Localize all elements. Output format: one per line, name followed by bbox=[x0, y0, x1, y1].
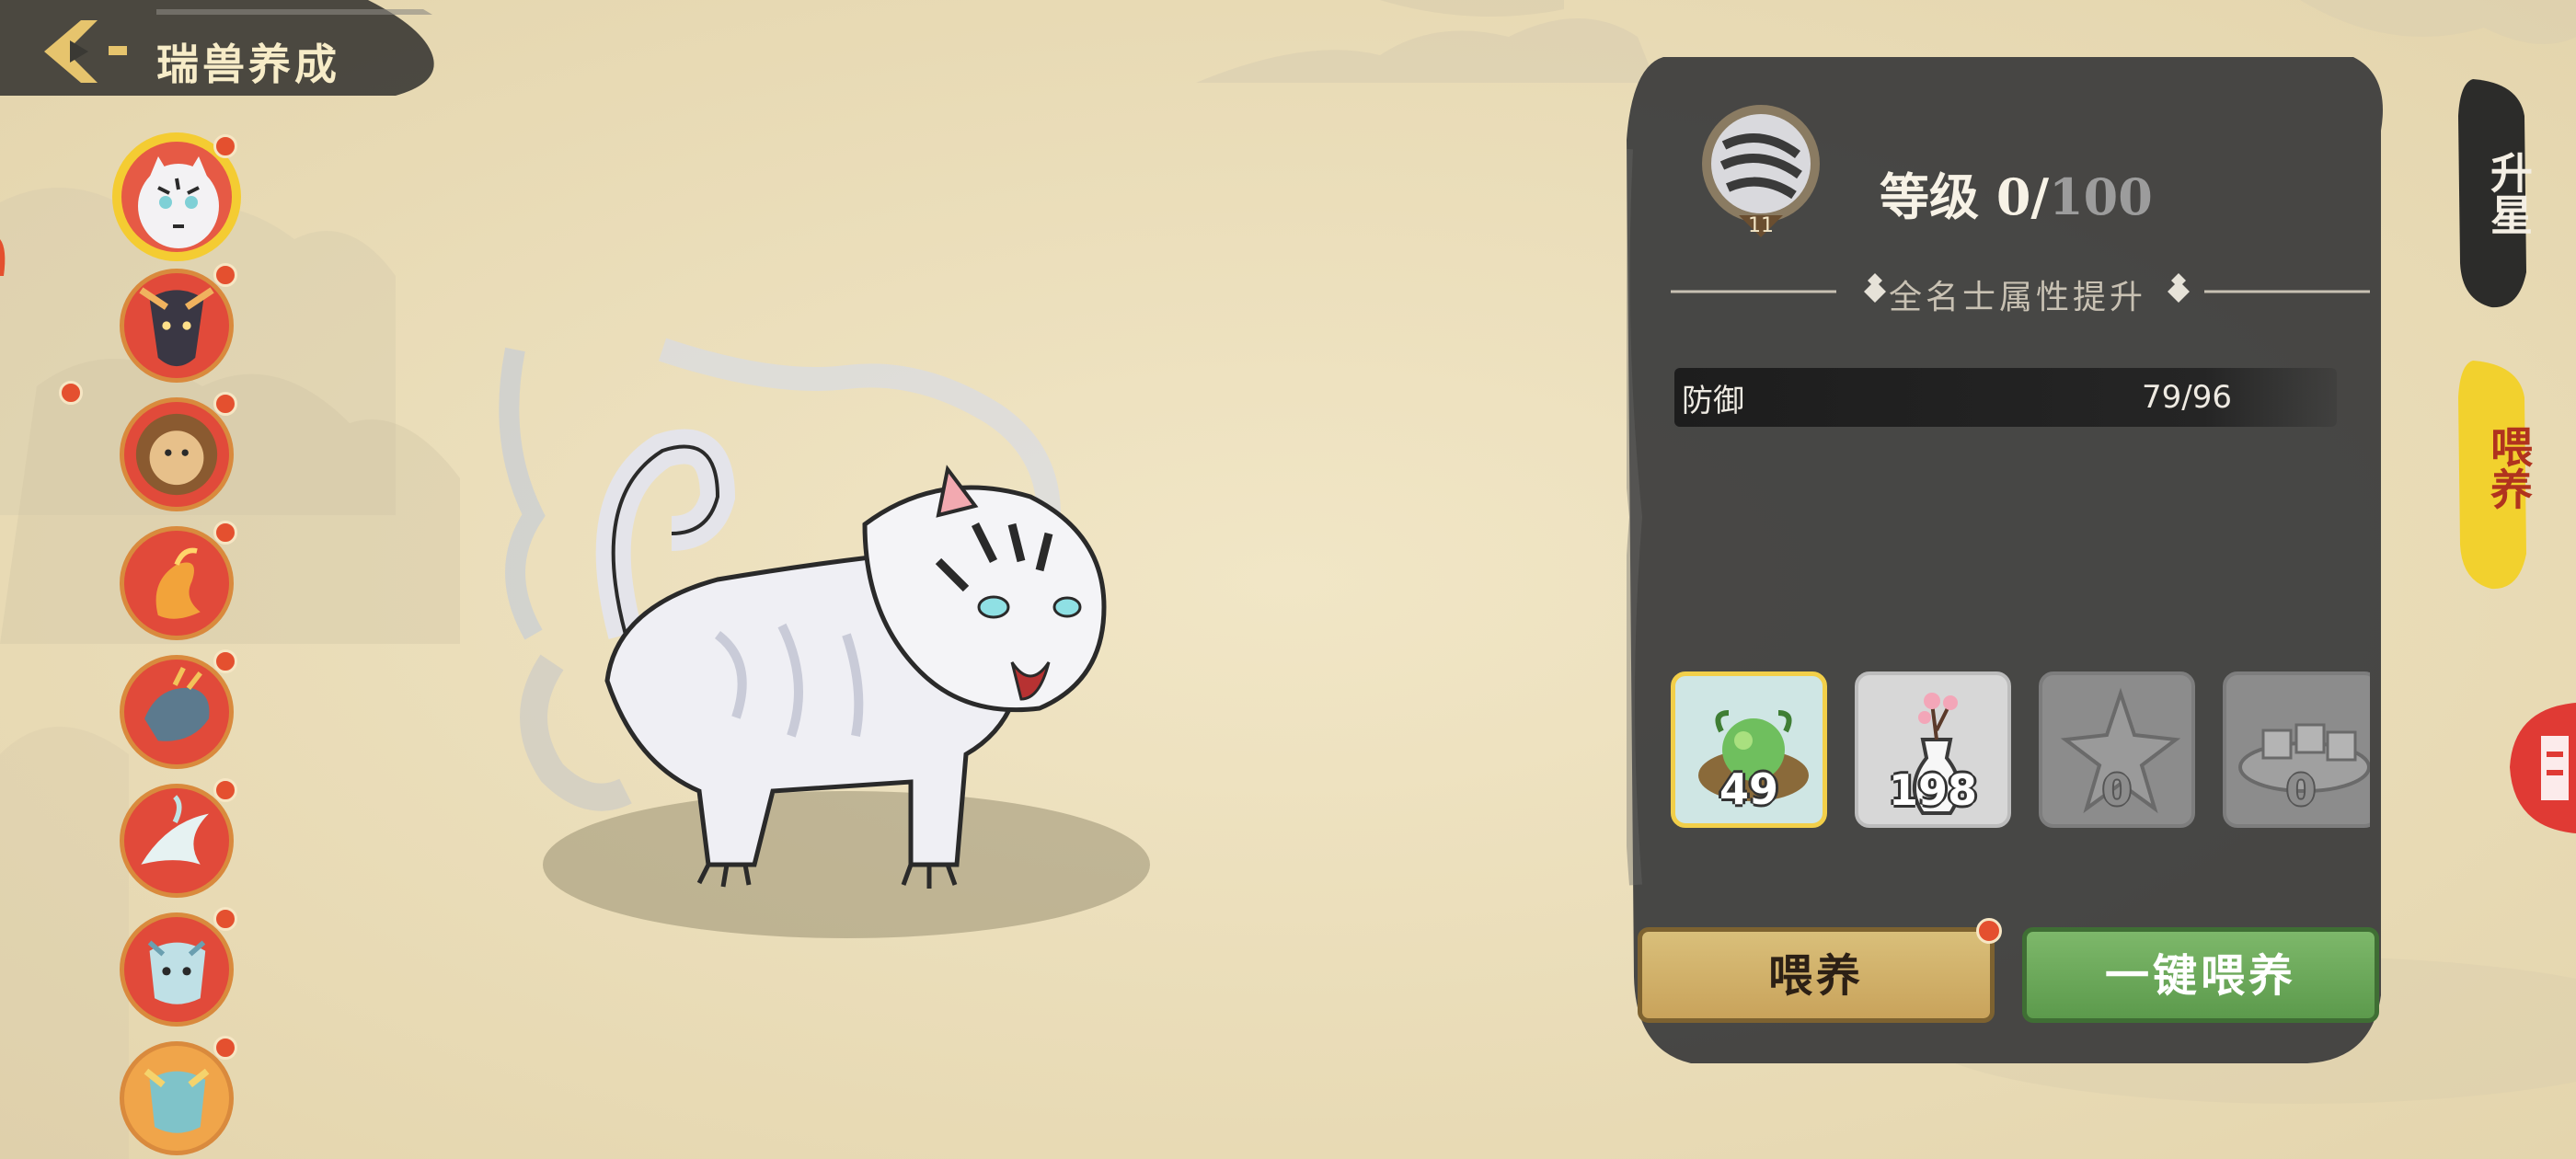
notice-dot bbox=[213, 1036, 237, 1060]
black-dragon-portrait bbox=[139, 287, 214, 367]
notice-dot bbox=[213, 134, 237, 158]
back-button[interactable] bbox=[33, 13, 144, 90]
white-tiger-creature bbox=[499, 338, 1150, 938]
feed-item-crystal-star[interactable]: 0 bbox=[2039, 671, 2195, 828]
feed-item-green-orb[interactable]: 49 bbox=[1671, 671, 1827, 828]
feed-item-list: 49 198 0 0 bbox=[1671, 664, 2370, 839]
beast-list bbox=[110, 131, 248, 1159]
notice-dot bbox=[59, 381, 83, 405]
qilin-portrait bbox=[144, 666, 210, 741]
notice-dot bbox=[213, 263, 237, 287]
level-badge: 11 bbox=[1696, 99, 1825, 247]
beast-qilin[interactable] bbox=[120, 649, 237, 769]
notice-dot bbox=[213, 907, 237, 931]
crane-portrait bbox=[141, 795, 209, 865]
feed-item-cake-plate[interactable]: 0 bbox=[2223, 671, 2370, 828]
level-text: 等级 0/100 bbox=[1880, 156, 2153, 229]
golden-dragon-portrait bbox=[144, 1068, 210, 1133]
beast-white-tiger[interactable] bbox=[112, 132, 241, 261]
beast-phoenix[interactable] bbox=[120, 521, 237, 640]
feed-item-plum-vase[interactable]: 198 bbox=[1855, 671, 2011, 828]
item-count: 0 bbox=[2101, 765, 2132, 815]
level-max: 100 bbox=[2049, 167, 2153, 226]
beast-golden-dragon[interactable] bbox=[120, 1036, 237, 1155]
item-count: 49 bbox=[1719, 764, 1778, 814]
stat-value: 79/96 bbox=[2142, 379, 2232, 416]
stat-bar bbox=[1674, 368, 2337, 427]
notice-dot bbox=[1976, 918, 2002, 944]
beast-black-dragon[interactable] bbox=[120, 263, 237, 383]
section-title: 全名士属性提升 bbox=[1888, 279, 2146, 316]
stat-name: 防御 bbox=[1682, 383, 1744, 419]
beast-crane[interactable] bbox=[120, 778, 237, 898]
item-count: 198 bbox=[1888, 765, 1978, 815]
level-prefix: 等级 bbox=[1880, 167, 1996, 226]
level-badge-number: 11 bbox=[1748, 214, 1774, 237]
azure-dragon-portrait bbox=[147, 940, 206, 1004]
notice-dot bbox=[213, 521, 237, 545]
beast-azure-dragon[interactable] bbox=[120, 907, 237, 1027]
edge-event-button[interactable] bbox=[2504, 699, 2576, 837]
page-title: 瑞兽养成 bbox=[156, 40, 340, 89]
title-bar: 瑞兽养成 bbox=[0, 0, 460, 101]
beast-lion[interactable] bbox=[120, 392, 237, 511]
item-count: 0 bbox=[2285, 765, 2316, 815]
back-arrow-icon bbox=[44, 20, 127, 83]
tab-star-up[interactable]: 升星 bbox=[2455, 79, 2534, 309]
tab-feed[interactable]: 喂养 bbox=[2455, 361, 2534, 591]
notice-dot bbox=[213, 649, 237, 673]
notice-dot bbox=[213, 392, 237, 416]
tab-feed-label: 喂养 bbox=[2484, 425, 2534, 510]
feeding-panel: 11 等级 0/100 全名士属性提升 防御 79/96 49 198 0 0 … bbox=[1627, 57, 2390, 1069]
tab-star-up-label: 升星 bbox=[2484, 151, 2534, 235]
white-tiger-portrait bbox=[138, 156, 219, 248]
lion-portrait bbox=[135, 413, 218, 496]
notice-dot bbox=[213, 778, 237, 802]
phoenix-portrait bbox=[155, 547, 201, 619]
level-current: 0/ bbox=[1995, 167, 2050, 226]
feed-button[interactable]: 喂养 bbox=[1638, 927, 1995, 1023]
feed-all-button[interactable]: 一键喂养 bbox=[2022, 927, 2379, 1023]
